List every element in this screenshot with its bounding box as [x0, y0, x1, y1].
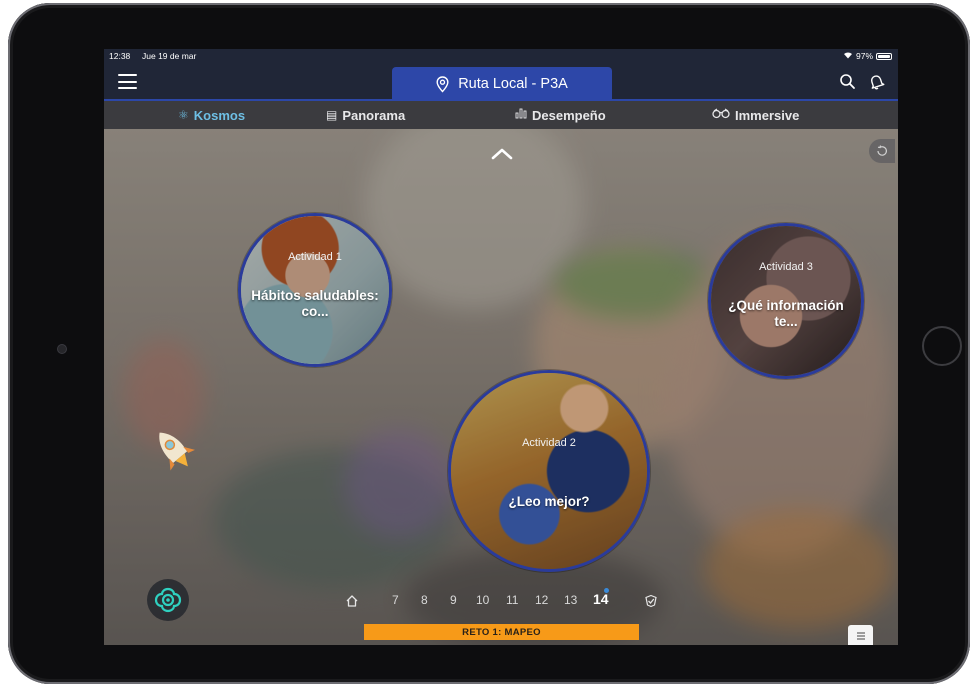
- page-12-button[interactable]: 12: [535, 593, 548, 607]
- tab-label: Panorama: [342, 107, 406, 123]
- hamburger-menu-button[interactable]: [118, 74, 137, 89]
- bar-chart-icon: [515, 108, 527, 122]
- location-pin-icon: [436, 75, 449, 93]
- page-title: Ruta Local - P3A: [458, 76, 568, 92]
- battery-icon: [876, 52, 892, 60]
- activity-title: ¿Qué información te...: [728, 298, 844, 329]
- home-page-button[interactable]: [345, 594, 359, 611]
- checkpoint-button[interactable]: [644, 594, 658, 611]
- app-logo-icon: [154, 587, 182, 613]
- wifi-icon: [843, 49, 853, 63]
- challenge-banner[interactable]: RETO 1: MAPEO: [364, 624, 639, 640]
- page-7-button[interactable]: 7: [392, 593, 399, 607]
- status-indicators: 97%: [843, 49, 892, 63]
- page-13-button[interactable]: 13: [564, 593, 577, 607]
- tab-immersive[interactable]: Immersive: [712, 101, 799, 129]
- tab-panorama[interactable]: ▤ Panorama: [326, 101, 405, 129]
- page-8-button[interactable]: 8: [421, 593, 428, 607]
- activity-label: Actividad 2: [522, 437, 576, 449]
- vr-goggles-icon: [712, 108, 730, 122]
- page-navigator: 7 8 9 10 11 12 13 14: [342, 591, 672, 611]
- page-9-button[interactable]: 9: [450, 593, 457, 607]
- tab-kosmos[interactable]: ⚛ Kosmos: [178, 101, 245, 129]
- tab-label: Immersive: [735, 107, 800, 123]
- rocket-icon: [144, 423, 206, 479]
- activity-title: Hábitos saludables: co...: [251, 288, 379, 319]
- front-camera: [57, 344, 67, 354]
- activity-label: Actividad 3: [759, 261, 813, 273]
- shield-check-icon: [645, 594, 657, 608]
- tab-desempeno[interactable]: Desempeño: [515, 101, 606, 129]
- newspaper-icon: ▤: [326, 108, 338, 122]
- tablet-frame: 12:38 Jue 19 de mar 97% Ruta Local - P3A: [8, 3, 970, 684]
- route-title-tab[interactable]: Ruta Local - P3A: [392, 67, 612, 101]
- notes-button[interactable]: [848, 625, 873, 645]
- search-button[interactable]: [839, 73, 856, 90]
- notes-icon: [856, 632, 865, 640]
- page-11-button[interactable]: 11: [506, 593, 518, 607]
- status-time: 12:38: [109, 51, 131, 61]
- refresh-icon: [877, 145, 887, 156]
- activity-3-bubble[interactable]: Actividad 3 ¿Qué información te...: [708, 223, 864, 379]
- app-logo-button[interactable]: [147, 579, 189, 621]
- tab-label: Kosmos: [193, 107, 246, 123]
- collapse-chevron-up-icon[interactable]: [490, 147, 514, 161]
- top-app-bar: Ruta Local - P3A: [104, 63, 898, 101]
- activity-title: ¿Leo mejor?: [508, 494, 590, 509]
- atom-icon: ⚛: [178, 108, 189, 122]
- app-screen: 12:38 Jue 19 de mar 97% Ruta Local - P3A: [104, 49, 898, 645]
- activity-label: Actividad 1: [288, 251, 342, 263]
- activity-1-bubble[interactable]: Actividad 1 Hábitos saludables: co...: [238, 213, 392, 367]
- home-icon: [346, 595, 358, 607]
- home-button[interactable]: [922, 326, 962, 366]
- reset-view-button[interactable]: [869, 139, 895, 163]
- status-bar: 12:38 Jue 19 de mar 97%: [104, 49, 898, 63]
- section-tabs: ⚛ Kosmos ▤ Panorama Desempeño Immersive: [104, 101, 898, 129]
- status-date: Jue 19 de mar: [142, 51, 197, 61]
- search-icon: [840, 74, 855, 89]
- bell-icon: [870, 75, 885, 90]
- current-page-indicator: [604, 588, 609, 593]
- activity-2-bubble[interactable]: Actividad 2 ¿Leo mejor?: [448, 370, 650, 572]
- notifications-button[interactable]: [868, 73, 885, 90]
- battery-level: 97%: [855, 51, 873, 61]
- page-14-button[interactable]: 14: [593, 591, 609, 607]
- page-10-button[interactable]: 10: [476, 593, 489, 607]
- tab-label: Desempeño: [532, 107, 606, 123]
